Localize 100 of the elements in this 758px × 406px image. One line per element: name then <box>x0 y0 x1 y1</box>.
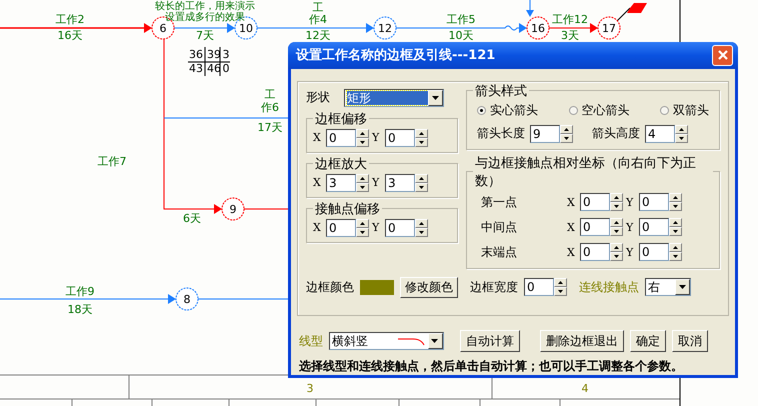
activity-label: 7天 <box>196 29 214 42</box>
number-field[interactable]: 0 <box>639 243 669 262</box>
spin-up-button[interactable] <box>669 193 682 202</box>
number-field[interactable]: 0 <box>385 128 415 147</box>
radio-button[interactable] <box>660 106 669 115</box>
field-label: 末端点 <box>480 244 518 261</box>
spin-up-button[interactable] <box>610 193 623 202</box>
number-field[interactable]: 0 <box>385 218 415 237</box>
up-arrow-icon <box>673 196 678 200</box>
spin-down-button[interactable] <box>669 227 682 236</box>
spin-up-button[interactable] <box>554 278 567 288</box>
up-arrow-icon <box>419 176 424 180</box>
group-title: 与边框接触点相对坐标（向右向下为正数） <box>474 154 697 190</box>
spin-up-button[interactable] <box>610 218 623 228</box>
node-circle: 17 <box>598 16 620 40</box>
arrow-line <box>526 0 534 17</box>
up-arrow-icon <box>614 246 619 250</box>
activity-label: 作6 <box>261 101 279 114</box>
dialog-button[interactable]: 取消 <box>672 330 708 352</box>
spin-up-button[interactable] <box>675 124 688 134</box>
spin-up-button[interactable] <box>415 128 428 138</box>
up-arrow-icon <box>419 132 424 135</box>
change-color-button[interactable]: 修改颜色 <box>400 276 458 298</box>
radio-label: 双箭头 <box>673 102 709 119</box>
spin-up-button[interactable] <box>415 218 428 228</box>
field-label: 形状 <box>306 89 330 106</box>
spin-up-button[interactable] <box>415 174 428 183</box>
dialog-button[interactable]: 确定 <box>630 330 666 352</box>
spin-up-button[interactable] <box>669 218 682 228</box>
radio-button[interactable] <box>568 106 578 115</box>
down-arrow-icon <box>679 136 684 140</box>
axis-label: X <box>313 131 322 144</box>
spin-up-button[interactable] <box>356 174 369 183</box>
up-arrow-icon <box>564 128 569 131</box>
number-field[interactable]: 3 <box>326 174 356 192</box>
group-title: 边框放大 <box>314 156 368 173</box>
number-field[interactable]: 0 <box>580 193 610 212</box>
spin-down-button[interactable] <box>610 252 623 262</box>
activity-label: 工作5 <box>446 13 476 26</box>
down-arrow-icon <box>614 255 619 258</box>
number-field[interactable]: 0 <box>524 278 554 296</box>
window-title: 设置工作名称的边框及引线---121 <box>296 47 496 64</box>
down-arrow-icon <box>558 290 563 294</box>
field-label: 箭头长度 <box>477 125 525 142</box>
spin-up-button[interactable] <box>356 218 369 228</box>
activity-label: 工 <box>312 1 324 14</box>
number-field[interactable]: 0 <box>326 218 356 237</box>
activity-label: 16天 <box>58 29 82 42</box>
shape-dropdown[interactable]: 矩形 <box>344 88 444 107</box>
number-field[interactable]: 4 <box>645 124 675 143</box>
down-arrow-icon <box>673 255 678 258</box>
activity-label: 工作7 <box>98 155 126 168</box>
activity-label: 17天 <box>258 121 282 134</box>
axis-label: X <box>567 196 576 209</box>
hint-text: 选择线型和连线接触点，然后单击自动计算；也可以手工调整各个参数。 <box>299 358 684 375</box>
field-label: 箭头高度 <box>592 125 640 142</box>
down-arrow-icon <box>419 186 424 189</box>
activity-label: 工 <box>264 88 276 101</box>
radio-button[interactable] <box>477 106 486 115</box>
number-field[interactable]: 9 <box>530 124 560 143</box>
spin-down-button[interactable] <box>610 227 623 236</box>
spin-down-button[interactable] <box>669 202 682 212</box>
spin-down-button[interactable] <box>554 287 567 296</box>
spin-up-button[interactable] <box>669 243 682 252</box>
number-field[interactable]: 0 <box>580 218 610 236</box>
number-field[interactable]: 0 <box>639 218 669 236</box>
line-type-dropdown[interactable]: 横斜竖 <box>329 332 444 350</box>
field-label: 线型 <box>299 332 323 350</box>
field-label: 边框颜色 <box>306 278 354 296</box>
number-field[interactable]: 0 <box>326 128 356 147</box>
connector-line <box>244 208 288 210</box>
down-arrow-icon <box>419 230 424 234</box>
up-arrow-icon <box>673 221 678 224</box>
dialog-button[interactable]: 删除边框退出 <box>540 330 624 352</box>
axis-label: Y <box>626 246 634 259</box>
close-button[interactable] <box>712 44 733 66</box>
up-arrow-icon <box>614 221 619 224</box>
contact-point-dropdown[interactable]: 右 <box>645 278 691 296</box>
axis-label: X <box>313 221 322 234</box>
group-title: 接触点偏移 <box>314 200 381 218</box>
up-arrow-icon <box>360 132 365 135</box>
number-field[interactable]: 3 <box>385 174 415 192</box>
spin-up-button[interactable] <box>610 243 623 252</box>
spin-down-button[interactable] <box>669 252 682 262</box>
spin-down-button[interactable] <box>610 202 623 212</box>
dropdown-button[interactable] <box>428 90 443 106</box>
number-field[interactable]: 0 <box>580 243 610 262</box>
spin-up-button[interactable] <box>356 128 369 138</box>
dialog-button[interactable]: 自动计算 <box>460 330 520 352</box>
dropdown-button[interactable] <box>428 333 443 349</box>
down-arrow-icon <box>564 136 569 140</box>
dropdown-button[interactable] <box>675 279 690 296</box>
down-arrow-icon <box>673 205 678 208</box>
spin-up-button[interactable] <box>560 124 573 134</box>
axis-label: Y <box>372 176 380 190</box>
activity-label: 12天 <box>306 29 330 42</box>
axis-label: Y <box>372 131 380 144</box>
number-field[interactable]: 0 <box>639 193 669 212</box>
field-label: 第一点 <box>480 194 518 211</box>
field-label: 中间点 <box>480 218 518 236</box>
